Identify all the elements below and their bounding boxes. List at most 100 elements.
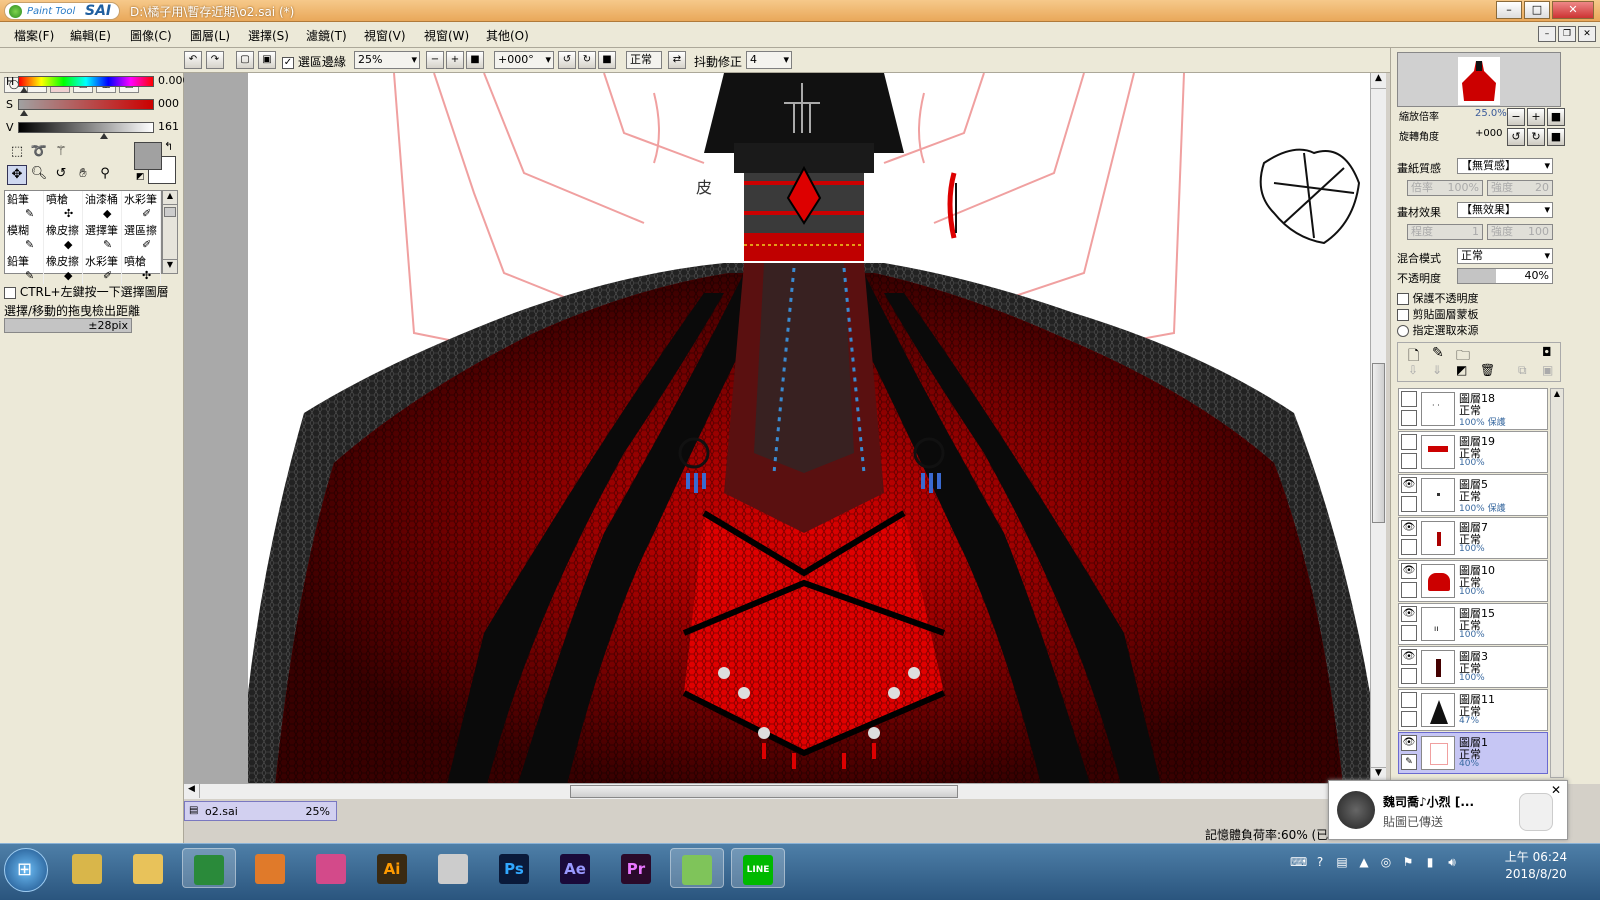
layer-row-selected[interactable]: 👁 ✎ 圖層1 正常 40% — [1398, 732, 1548, 774]
hue-bar[interactable] — [18, 76, 154, 87]
menu-view[interactable]: 視窗(V) — [364, 27, 406, 44]
menu-layer[interactable]: 圖層(L) — [190, 27, 230, 44]
undo-icon[interactable]: ↶ — [184, 51, 202, 69]
brush-slot[interactable]: 鉛筆 ✎ — [5, 253, 44, 284]
invert-selection-icon[interactable]: ▣ — [258, 51, 276, 69]
clipping-mask-checkbox[interactable] — [1397, 309, 1409, 321]
rotate-left-icon[interactable]: ↺ — [558, 51, 576, 69]
eyedropper-icon[interactable]: ⚲ — [95, 165, 115, 185]
brush-grid-scrollbar[interactable]: ▲ ▼ — [162, 190, 178, 274]
value-thumb[interactable] — [100, 133, 108, 139]
redo-icon[interactable]: ↷ — [206, 51, 224, 69]
canvas-horizontal-scrollbar[interactable]: ◀ — [184, 783, 1370, 799]
nav-zoom-out-icon[interactable]: − — [1507, 108, 1525, 126]
layer-visibility-toggle[interactable] — [1401, 391, 1417, 407]
layer-row[interactable]: 👁 圖層7 正常 100% — [1398, 517, 1548, 559]
eye-icon[interactable]: 👁 — [1401, 649, 1417, 665]
layer-visibility-toggle[interactable] — [1401, 434, 1417, 450]
flip-horizontal-icon[interactable]: ⇄ — [668, 51, 686, 69]
saturation-bar[interactable] — [18, 99, 154, 110]
nav-zoom-reset-icon[interactable]: ■ — [1547, 108, 1565, 126]
menu-window[interactable]: 視窗(W) — [424, 27, 469, 44]
navigator-preview[interactable] — [1397, 52, 1561, 107]
explorer-app[interactable] — [60, 848, 114, 888]
new-vector-layer-icon[interactable]: ✎ — [1432, 345, 1444, 361]
layer-list-scrollbar[interactable]: ▲ — [1550, 388, 1564, 778]
deselect-icon[interactable]: ▢ — [236, 51, 254, 69]
eye-icon[interactable]: 👁 — [1401, 563, 1417, 579]
menu-filter[interactable]: 濾鏡(T) — [306, 27, 347, 44]
transfer-down-icon[interactable]: ⇩ — [1408, 363, 1418, 377]
merge-down-icon[interactable]: ⇓ — [1432, 363, 1442, 377]
photoshop-app[interactable]: Ps — [487, 848, 541, 888]
scroll-up-icon[interactable]: ▲ — [1371, 73, 1386, 89]
ime-icon[interactable]: ▤ — [1334, 854, 1350, 870]
paper-strength-field[interactable]: 強度 20 — [1487, 180, 1553, 196]
layer-lock-toggle[interactable] — [1401, 711, 1417, 727]
chrome-app[interactable] — [182, 848, 236, 888]
close-icon[interactable]: ✕ — [1551, 783, 1561, 797]
layer-mask-icon[interactable]: ◘ — [1542, 345, 1552, 359]
brush-slot[interactable]: 油漆桶 ◆ — [83, 191, 122, 222]
blend-mode-select[interactable]: 正常 ▾ — [1457, 248, 1553, 264]
scroll-up-icon[interactable]: ▲ — [1551, 389, 1563, 401]
line-app[interactable]: LINE — [731, 848, 785, 888]
flag-icon[interactable]: ⚑ — [1400, 854, 1416, 870]
opacity-slider[interactable]: 40% — [1457, 268, 1553, 284]
show-hidden-icon[interactable]: ▲ — [1356, 854, 1372, 870]
folder-app[interactable] — [121, 848, 175, 888]
nav-zoom-in-icon[interactable]: + — [1527, 108, 1545, 126]
saturation-thumb[interactable] — [20, 110, 28, 116]
menu-image[interactable]: 圖像(C) — [130, 27, 172, 44]
volume-icon[interactable]: 🔊︎ — [1444, 854, 1460, 870]
nav-rotate-left-icon[interactable]: ↺ — [1507, 128, 1525, 146]
swap-colors-icon[interactable]: ↰ — [164, 140, 173, 153]
protect-opacity-checkbox[interactable] — [1397, 293, 1409, 305]
line-notification[interactable]: 魏司喬♪小烈 [... 貼圖已傳送 ✕ — [1328, 780, 1568, 840]
layer-lock-toggle[interactable] — [1401, 496, 1417, 512]
maximize-button[interactable]: □ — [1524, 1, 1550, 19]
canvas-viewport[interactable]: 皮 — [184, 73, 1386, 797]
layer-row[interactable]: 👁 圖層3 正常 100% — [1398, 646, 1548, 688]
horizontal-scroll-thumb[interactable] — [570, 785, 958, 798]
saturation-slider-control[interactable]: S 000 — [4, 96, 182, 116]
brush-slot[interactable]: 模糊 ✎ — [5, 222, 44, 253]
eye-icon[interactable]: 👁 — [1401, 520, 1417, 536]
clipping-mask-option[interactable]: 剪貼圖層蒙板 — [1397, 306, 1479, 322]
brush-slot[interactable]: 水彩筆 ✐ — [83, 253, 122, 284]
ctrl-click-layer-option[interactable]: CTRL+左鍵按一下選擇圖層 — [4, 283, 169, 300]
paper-scale-field[interactable]: 倍率 100% — [1407, 180, 1483, 196]
layer-row[interactable]: · · 圖層18 正常 100% 保護 — [1398, 388, 1548, 430]
layer-visibility-toggle[interactable] — [1401, 692, 1417, 708]
clear-layer-icon[interactable]: ◩ — [1456, 363, 1467, 377]
mdi-close-button[interactable]: ✕ — [1578, 26, 1596, 42]
layer-lock-toggle[interactable] — [1401, 668, 1417, 684]
layer-lock-toggle[interactable] — [1401, 625, 1417, 641]
brush-slot[interactable]: 選區擦 ✐ — [122, 222, 161, 253]
hue-slider-control[interactable]: H 0.000 — [4, 73, 190, 93]
brush-effect-select[interactable]: 【無效果】 ▾ — [1457, 202, 1553, 218]
ctrl-click-checkbox[interactable] — [4, 286, 16, 299]
zoom-out-icon[interactable]: − — [426, 51, 444, 69]
primary-color-swatch[interactable] — [134, 142, 162, 170]
value-slider-control[interactable]: V 161 — [4, 119, 182, 139]
stabilizer-select[interactable]: 4 ▾ — [746, 51, 792, 69]
drag-distance-field[interactable]: ±28pix — [4, 318, 132, 333]
nav-rotate-reset-icon[interactable]: ■ — [1547, 128, 1565, 146]
close-button[interactable]: ✕ — [1552, 1, 1594, 19]
brush-edit-icon[interactable]: ✎ — [1401, 754, 1417, 770]
sai-app[interactable] — [670, 848, 724, 888]
layer-lock-toggle[interactable] — [1401, 410, 1417, 426]
rotation-select[interactable]: +000° ▾ — [494, 51, 554, 69]
menu-edit[interactable]: 編輯(E) — [70, 27, 111, 44]
canvas-vertical-scrollbar[interactable]: ▲ ▼ — [1370, 73, 1386, 783]
aftereffects-app[interactable]: Ae — [548, 848, 602, 888]
nav-rotate-right-icon[interactable]: ↻ — [1527, 128, 1545, 146]
delete-layer-icon[interactable]: 🗑 — [1480, 363, 1495, 377]
move-icon[interactable]: ✥ — [7, 165, 27, 185]
scroll-up-icon[interactable]: ▲ — [163, 191, 177, 205]
layer-row[interactable]: 圖層19 正常 100% — [1398, 431, 1548, 473]
hue-thumb[interactable] — [20, 87, 28, 93]
magic-wand-icon[interactable]: ⚚ — [51, 143, 71, 163]
system-clock[interactable]: 上午 06:24 2018/8/20 — [1496, 849, 1576, 883]
